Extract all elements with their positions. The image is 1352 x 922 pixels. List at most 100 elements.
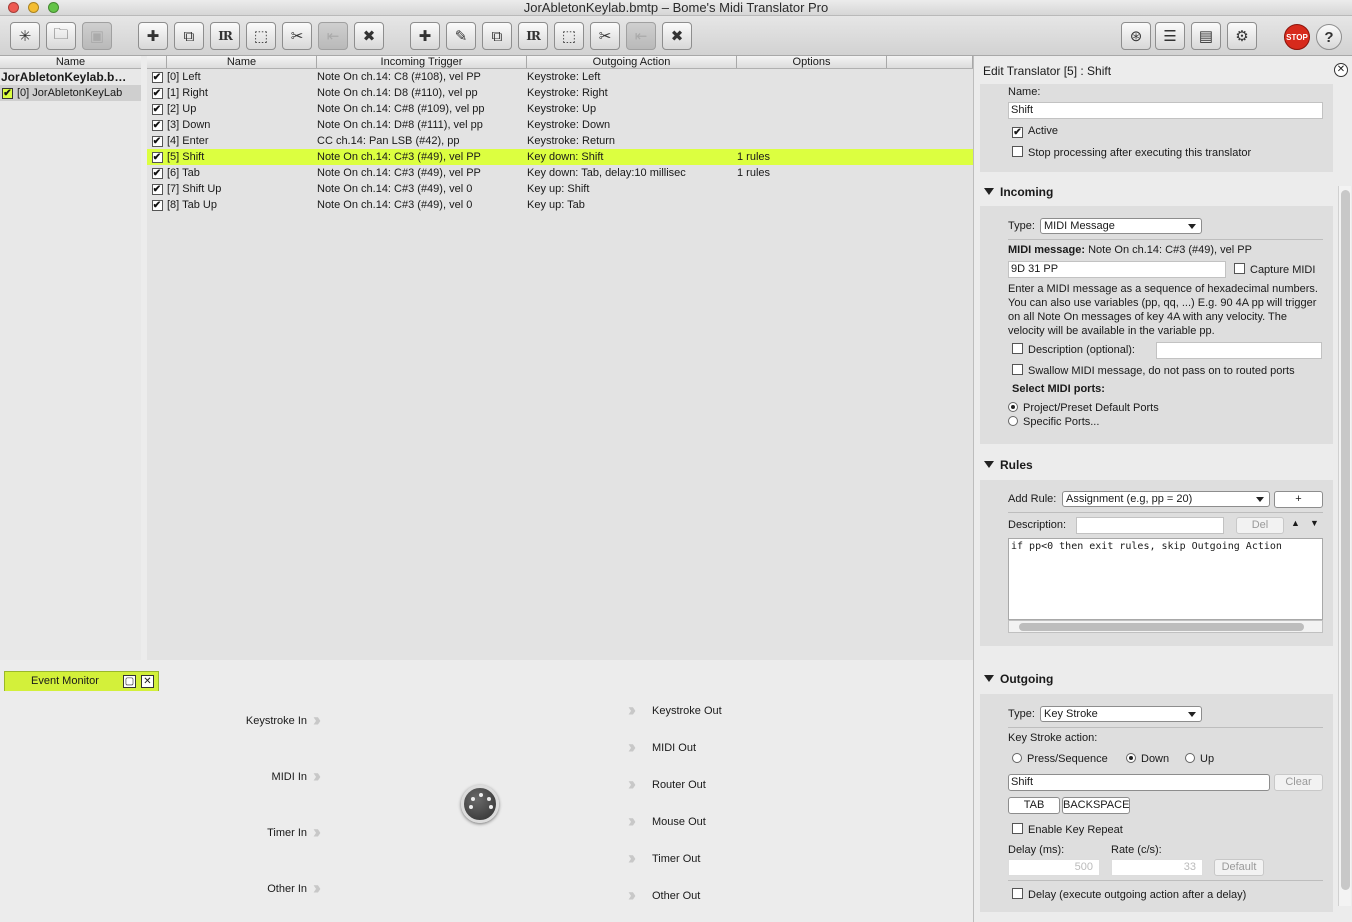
table-row[interactable]: ✔ [3] Down Note On ch.14: D#8 (#111), vel … <box>147 117 973 133</box>
table-row[interactable]: ✔ [0] Left Note On ch.14: C8 (#108), vel P… <box>147 69 973 85</box>
table-row[interactable]: ✔ [6] Tab Note On ch.14: C#3 (#49), vel PP… <box>147 165 973 181</box>
delete-preset-button[interactable]: ✖ <box>354 22 384 50</box>
translator-active-checkbox[interactable]: ✔ <box>151 167 163 179</box>
translator-active-checkbox[interactable]: ✔ <box>151 119 163 131</box>
add-preset-button[interactable]: ✚ <box>138 22 168 50</box>
delete-translator-button[interactable]: ✖ <box>662 22 692 50</box>
add-translator-button[interactable]: ✚ <box>410 22 440 50</box>
duplicate-preset-button[interactable]: ⧉ <box>174 22 204 50</box>
tab-key-button[interactable]: TAB <box>1008 797 1060 814</box>
active-checkbox[interactable]: ✔ <box>1012 127 1023 138</box>
default-ports-option[interactable]: Project/Preset Default Ports <box>1008 402 1159 414</box>
translator-active-checkbox-cell[interactable]: ✔ <box>147 101 167 117</box>
swallow-row[interactable]: Swallow MIDI message, do not pass on to … <box>1012 364 1295 377</box>
stop-button[interactable]: STOP <box>1284 24 1310 50</box>
swallow-checkbox[interactable] <box>1012 364 1023 375</box>
capture-midi-checkbox[interactable] <box>1234 263 1245 274</box>
close-icon[interactable]: ✕ <box>141 675 154 688</box>
backspace-key-button[interactable]: BACKSPACE <box>1062 797 1130 814</box>
move-up-icon[interactable]: ▲ <box>1291 518 1300 528</box>
translator-active-checkbox[interactable]: ✔ <box>151 71 163 83</box>
translator-active-checkbox[interactable]: ✔ <box>151 183 163 195</box>
midi-ports-button[interactable]: ⊛ <box>1121 22 1151 50</box>
outgoing-header[interactable]: Outgoing <box>984 672 1053 686</box>
delay-execute-checkbox[interactable] <box>1012 888 1023 899</box>
add-rule-button[interactable]: + <box>1274 491 1323 508</box>
translator-active-checkbox[interactable]: ✔ <box>151 151 163 163</box>
rule-description-input[interactable] <box>1076 517 1224 534</box>
close-icon[interactable]: ✕ <box>1334 63 1348 77</box>
paste-translator-button[interactable]: ⇤ <box>626 22 656 50</box>
specific-ports-option[interactable]: Specific Ports... <box>1008 416 1099 428</box>
paste-preset-button[interactable]: ⇤ <box>318 22 348 50</box>
table-row[interactable]: ✔ [7] Shift Up Note On ch.14: C#3 (#49), v… <box>147 181 973 197</box>
specific-ports-radio[interactable] <box>1008 416 1018 426</box>
table-row[interactable]: ✔ [2] Up Note On ch.14: C#8 (#109), vel pp… <box>147 101 973 117</box>
translator-active-checkbox-cell[interactable]: ✔ <box>147 181 167 197</box>
save-project-button[interactable]: ▣ <box>82 22 112 50</box>
translator-active-checkbox[interactable]: ✔ <box>151 199 163 211</box>
key-repeat-checkbox[interactable] <box>1012 823 1023 834</box>
active-checkbox-row[interactable]: ✔ Active <box>1012 125 1058 138</box>
event-monitor-tab[interactable]: Event Monitor ▢ ✕ <box>4 671 159 691</box>
detach-icon[interactable]: ▢ <box>123 675 136 688</box>
settings-button[interactable]: ⚙ <box>1227 22 1257 50</box>
translator-active-checkbox-cell[interactable]: ✔ <box>147 197 167 213</box>
press-sequence-option[interactable]: Press/Sequence <box>1012 753 1108 765</box>
clear-button[interactable]: Clear <box>1274 774 1323 791</box>
table-row[interactable]: ✔ [1] Right Note On ch.14: D8 (#110), vel … <box>147 85 973 101</box>
duplicate-translator-button[interactable]: ⧉ <box>482 22 512 50</box>
outgoing-type-select[interactable]: Key Stroke <box>1040 706 1202 722</box>
default-button[interactable]: Default <box>1214 859 1264 876</box>
translator-active-checkbox-cell[interactable]: ✔ <box>147 165 167 181</box>
col-name[interactable]: Name <box>167 56 317 68</box>
capture-midi-row[interactable]: Capture MIDI <box>1234 263 1315 276</box>
description-row[interactable]: Description (optional): <box>1012 343 1135 356</box>
rules-editor[interactable]: if pp<0 then exit rules, skip Outgoing A… <box>1008 538 1323 620</box>
translator-active-checkbox-cell[interactable]: ✔ <box>147 85 167 101</box>
up-radio[interactable] <box>1185 753 1195 763</box>
translator-active-checkbox[interactable]: ✔ <box>151 135 163 147</box>
col-options[interactable]: Options <box>737 56 887 68</box>
delete-rule-button[interactable]: Del <box>1236 517 1284 534</box>
translator-active-checkbox-cell[interactable]: ✔ <box>147 69 167 85</box>
edit-panel-scrollbar[interactable] <box>1338 186 1351 906</box>
event-monitor-button[interactable]: ▤ <box>1191 22 1221 50</box>
rules-header[interactable]: Rules <box>984 458 1033 472</box>
stop-processing-checkbox[interactable] <box>1012 146 1023 157</box>
cut-preset-button[interactable]: ✂ <box>282 22 312 50</box>
project-title[interactable]: JorAbletonKeylab.b… <box>0 69 141 85</box>
new-project-button[interactable]: ✳ <box>10 22 40 50</box>
table-row[interactable]: ✔ [4] Enter CC ch.14: Pan LSB (#42), pp Key… <box>147 133 973 149</box>
translator-active-checkbox[interactable]: ✔ <box>151 87 163 99</box>
open-project-button[interactable]: 🗀 <box>46 22 76 50</box>
cut-translator-button[interactable]: ✂ <box>590 22 620 50</box>
col-outgoing[interactable]: Outgoing Action <box>527 56 737 68</box>
key-repeat-row[interactable]: Enable Key Repeat <box>1012 823 1123 836</box>
rules-horizontal-scrollbar[interactable] <box>1008 620 1323 633</box>
rate-input[interactable]: 33 <box>1111 859 1203 876</box>
translator-active-checkbox[interactable]: ✔ <box>151 103 163 115</box>
down-option[interactable]: Down <box>1126 753 1169 765</box>
table-row[interactable]: ✔ [5] Shift Note On ch.14: C#3 (#49), vel … <box>147 149 973 165</box>
down-radio[interactable] <box>1126 753 1136 763</box>
keystroke-input[interactable]: Shift <box>1008 774 1270 791</box>
up-option[interactable]: Up <box>1185 753 1214 765</box>
rename-translator-button[interactable]: IR <box>518 22 548 50</box>
edit-translator-button[interactable]: ✎ <box>446 22 476 50</box>
incoming-type-select[interactable]: MIDI Message <box>1040 218 1202 234</box>
default-ports-radio[interactable] <box>1008 402 1018 412</box>
col-incoming[interactable]: Incoming Trigger <box>317 56 527 68</box>
midi-hex-input[interactable]: 9D 31 PP <box>1008 261 1226 278</box>
copy-translator-button[interactable]: ⬚ <box>554 22 584 50</box>
rename-preset-button[interactable]: IR <box>210 22 240 50</box>
scrollbar-thumb[interactable] <box>1019 623 1304 631</box>
preset-active-checkbox[interactable]: ✔ <box>2 87 13 99</box>
translator-active-checkbox-cell[interactable]: ✔ <box>147 133 167 149</box>
preset-row[interactable]: ✔ [0] JorAbletonKeyLab <box>0 85 141 101</box>
translator-active-checkbox-cell[interactable]: ✔ <box>147 117 167 133</box>
press-sequence-radio[interactable] <box>1012 753 1022 763</box>
help-button[interactable]: ? <box>1316 24 1342 50</box>
add-rule-select[interactable]: Assignment (e.g, pp = 20) <box>1062 491 1270 507</box>
translator-active-checkbox-cell[interactable]: ✔ <box>147 149 167 165</box>
